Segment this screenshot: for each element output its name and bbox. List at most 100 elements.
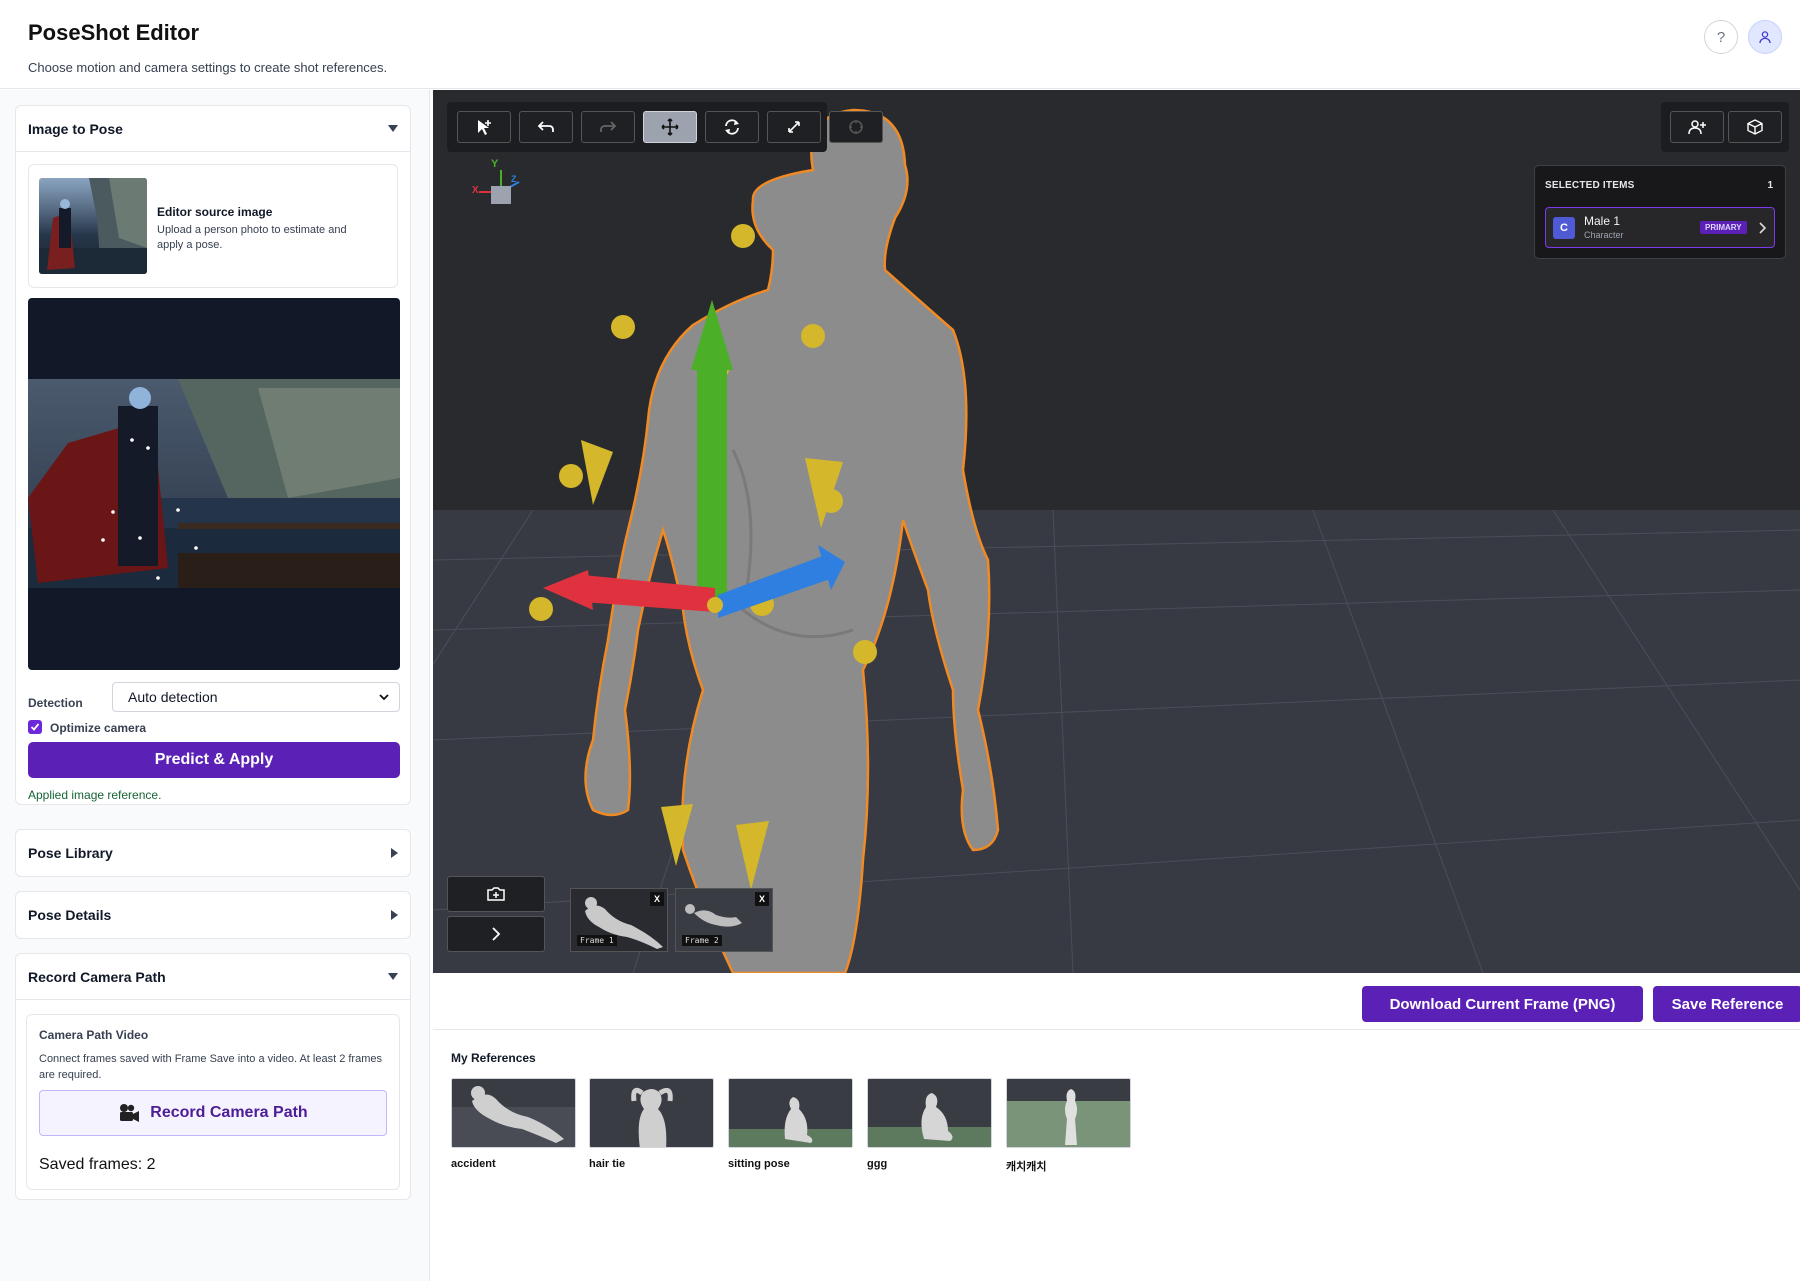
apply-status-text: Applied image reference. (28, 788, 162, 802)
camera-plus-icon (487, 887, 505, 901)
pose-library-panel[interactable]: Pose Library (15, 829, 411, 877)
move-tool-button[interactable] (643, 111, 697, 143)
axis-gizmo-icon (479, 170, 520, 204)
saved-frames-count: Saved frames: 2 (39, 1156, 156, 1173)
selected-items-count: 1 (1767, 180, 1773, 191)
target-icon (849, 120, 863, 134)
rotate-tool-button[interactable] (705, 111, 759, 143)
download-frame-button[interactable]: Download Current Frame (PNG) (1362, 986, 1643, 1022)
detection-value: Auto detection (128, 689, 218, 705)
selected-items-panel: SELECTED ITEMS 1 C Male 1 Character PRIM… (1534, 165, 1786, 259)
optimize-camera-checkbox[interactable] (28, 720, 42, 734)
axis-y-label: Y (491, 158, 499, 170)
chevron-down-icon (379, 693, 389, 700)
source-image-desc: Upload a person photo to estimate and ap… (157, 224, 347, 251)
reference-item[interactable]: 캐치캐치 (1006, 1078, 1131, 1174)
undo-button[interactable] (519, 111, 573, 143)
optimize-camera-label: Optimize camera (50, 721, 147, 735)
chevron-down-icon (388, 973, 398, 980)
pose-details-panel[interactable]: Pose Details (15, 891, 411, 939)
reference-item[interactable]: hair tie (589, 1078, 714, 1170)
remove-frame-1-button[interactable]: X (650, 892, 664, 906)
undo-icon (537, 121, 554, 132)
user-avatar-button[interactable] (1748, 20, 1782, 54)
remove-frame-2-button[interactable]: X (755, 892, 769, 906)
reference-item[interactable]: accident (451, 1078, 576, 1170)
reference-thumbnail (589, 1078, 714, 1148)
frame-thumbnail-1[interactable]: X Frame 1 (570, 888, 668, 952)
pose-preview-image (28, 379, 400, 588)
selected-item-male-1[interactable]: C Male 1 Character PRIMARY (1545, 207, 1775, 248)
target-tool-button[interactable] (829, 111, 883, 143)
selected-item-type: Character (1584, 230, 1624, 240)
reference-thumbnail (1006, 1078, 1131, 1148)
source-thumb-art (39, 178, 147, 274)
next-frames-button[interactable] (447, 916, 545, 952)
image-to-pose-panel: Image to Pose Editor source image Upload… (15, 105, 411, 805)
3d-viewport[interactable]: Y X Z SELECTED ITEMS 1 C Male 1 Characte… (433, 90, 1800, 973)
save-frame-button[interactable] (447, 876, 545, 912)
reference-label: hair tie (589, 1158, 626, 1170)
add-select-tool-button[interactable] (457, 111, 511, 143)
app-header: PoseShot Editor Choose motion and camera… (0, 0, 1800, 89)
scale-tool-button[interactable] (767, 111, 821, 143)
primary-badge: PRIMARY (1700, 221, 1747, 234)
chevron-right-icon (1759, 222, 1766, 234)
cursor-plus-icon (478, 120, 491, 135)
save-reference-button[interactable]: Save Reference (1653, 986, 1800, 1022)
pose-preview (28, 298, 400, 670)
chevron-down-icon (388, 125, 398, 132)
left-sidebar: Image to Pose Editor source image Upload… (0, 90, 430, 1281)
record-camera-path-button[interactable]: Record Camera Path (39, 1090, 387, 1136)
my-references-title: My References (451, 1051, 536, 1065)
pose-details-title: Pose Details (28, 907, 112, 923)
axis-gizmo[interactable]: Y X Z (471, 158, 531, 218)
source-image-card[interactable]: Editor source image Upload a person phot… (28, 164, 398, 288)
check-icon (30, 723, 40, 731)
video-camera-icon (120, 1104, 140, 1122)
record-camera-header[interactable]: Record Camera Path (16, 954, 410, 1000)
predict-apply-button[interactable]: Predict & Apply (28, 742, 400, 778)
source-image-title: Editor source image (157, 205, 273, 219)
record-camera-panel: Record Camera Path Camera Path Video Con… (15, 953, 411, 1200)
camera-path-card-desc: Connect frames saved with Frame Save int… (39, 1053, 382, 1081)
pose-library-title: Pose Library (28, 845, 113, 861)
pose-details-header[interactable]: Pose Details (16, 892, 410, 938)
reference-label: accident (451, 1158, 496, 1170)
reference-label: sitting pose (728, 1158, 790, 1170)
detection-label: Detection (28, 696, 83, 710)
chevron-right-icon (391, 910, 398, 920)
add-person-icon (1688, 120, 1706, 135)
axis-z-label: Z (511, 174, 517, 184)
rotate-icon (725, 119, 739, 135)
frame-2-label: Frame 2 (682, 935, 722, 946)
source-image-thumbnail (39, 178, 147, 274)
chevron-right-icon (391, 848, 398, 858)
redo-button[interactable] (581, 111, 635, 143)
user-icon (1759, 31, 1771, 44)
app-subtitle: Choose motion and camera settings to cre… (28, 60, 388, 75)
reference-item[interactable]: sitting pose (728, 1078, 853, 1170)
chevron-right-icon (492, 927, 501, 941)
frame-thumbnail-2[interactable]: X Frame 2 (675, 888, 773, 952)
add-character-button[interactable] (1670, 111, 1724, 143)
help-icon: ? (1716, 28, 1726, 46)
cube-icon (1747, 119, 1763, 135)
add-object-button[interactable] (1728, 111, 1782, 143)
selected-items-title: SELECTED ITEMS (1545, 180, 1635, 191)
image-to-pose-header[interactable]: Image to Pose (16, 106, 410, 152)
record-camera-title: Record Camera Path (28, 968, 166, 985)
scale-icon (788, 121, 800, 133)
reference-thumbnail (728, 1078, 853, 1148)
reference-label: ggg (867, 1158, 888, 1170)
pose-library-header[interactable]: Pose Library (16, 830, 410, 876)
image-to-pose-title: Image to Pose (28, 120, 123, 137)
record-camera-button-label: Record Camera Path (150, 1104, 308, 1121)
detection-select[interactable]: Auto detection (112, 682, 400, 712)
selected-item-name: Male 1 (1584, 214, 1621, 228)
axis-x-label: X (472, 185, 479, 196)
help-button[interactable]: ? (1704, 20, 1738, 54)
reference-thumbnail (451, 1078, 576, 1148)
frame-1-label: Frame 1 (577, 935, 617, 946)
reference-item[interactable]: ggg (867, 1078, 992, 1170)
